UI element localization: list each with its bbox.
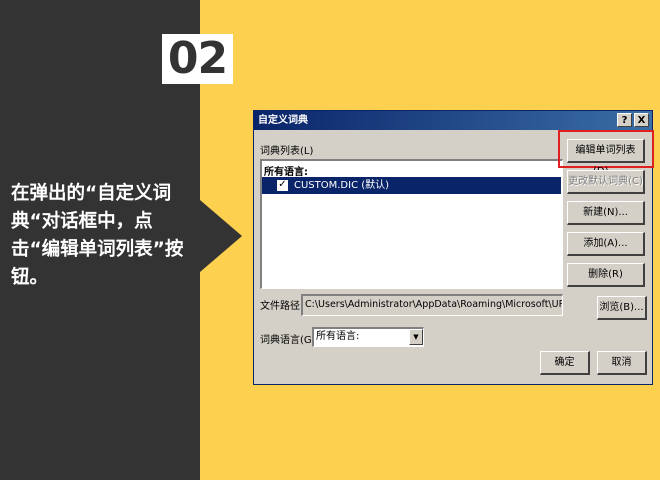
pointer-arrow xyxy=(200,200,242,272)
delete-button[interactable]: 删除(R) xyxy=(567,263,645,287)
list-item[interactable]: ✓ CUSTOM.DIC (默认) xyxy=(262,177,561,194)
change-default-button[interactable]: 更改默认词典(C) xyxy=(567,170,645,194)
list-group-header: 所有语言: xyxy=(264,167,308,178)
list-item-label: CUSTOM.DIC (默认) xyxy=(294,180,390,191)
language-value: 所有语言: xyxy=(316,331,360,342)
add-button[interactable]: 添加(A)... xyxy=(567,232,645,256)
close-button[interactable]: X xyxy=(634,113,649,127)
cancel-button[interactable]: 取消 xyxy=(597,351,647,375)
dictionary-language-select[interactable]: 所有语言: ▼ xyxy=(312,327,424,347)
file-path-field: C:\Users\Administrator\AppData\Roaming\M… xyxy=(301,294,563,316)
new-button[interactable]: 新建(N)... xyxy=(567,201,645,225)
dictionary-language-label: 词典语言(G): xyxy=(260,335,319,346)
dialog-titlebar: 自定义词典 ? X xyxy=(254,111,652,130)
dictionary-list-label: 词典列表(L) xyxy=(260,146,314,157)
checkbox[interactable]: ✓ xyxy=(277,180,288,191)
ok-button[interactable]: 确定 xyxy=(540,351,590,375)
step-number: 02 xyxy=(162,34,233,84)
help-button[interactable]: ? xyxy=(617,113,632,127)
file-path-label: 文件路径: xyxy=(260,301,304,312)
instruction-text: 在弹出的“自定义词典“对话框中，点击“编辑单词列表”按钮。 xyxy=(11,183,184,288)
edit-word-list-button[interactable]: 编辑单词列表(D)... xyxy=(567,139,645,177)
browse-button[interactable]: 浏览(B)... xyxy=(597,296,647,320)
chevron-down-icon[interactable]: ▼ xyxy=(409,329,423,345)
dialog-title: 自定义词典 xyxy=(258,115,308,126)
dictionary-listbox[interactable]: 所有语言: ✓ CUSTOM.DIC (默认) xyxy=(260,159,563,289)
custom-dictionary-dialog: 自定义词典 ? X 词典列表(L) 所有语言: ✓ CUSTOM.DIC (默认… xyxy=(253,110,654,385)
